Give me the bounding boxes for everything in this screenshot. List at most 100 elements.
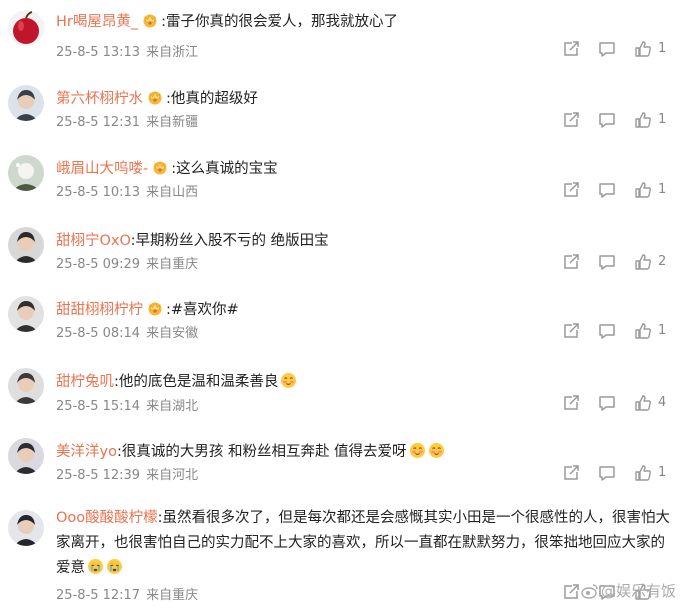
thumbs-up-like-icon[interactable] xyxy=(634,181,652,199)
share-icon[interactable] xyxy=(562,322,580,340)
comment-date: 25-8-5 09:29 xyxy=(56,257,141,272)
watermark: @娱乐有饭 xyxy=(581,580,676,601)
user-avatar[interactable] xyxy=(8,510,44,546)
fan-crown-badge-icon xyxy=(142,12,158,28)
like-count: 2 xyxy=(658,254,667,269)
username-link[interactable]: Hr喝屋昂黄_ xyxy=(56,14,138,30)
user-avatar[interactable] xyxy=(8,368,44,404)
like-count: 1 xyxy=(658,465,667,480)
user-avatar[interactable] xyxy=(8,296,44,332)
thumbs-up-like-icon[interactable] xyxy=(634,253,652,271)
share-icon[interactable] xyxy=(562,394,580,412)
comment-text: :他的底色是温和温柔善良 xyxy=(114,374,279,390)
comment-location: 来自重庆 xyxy=(146,588,199,603)
comment-location: 来自湖北 xyxy=(146,399,199,414)
comment-meta: 25-8-5 12:31 来自新疆 xyxy=(56,111,198,130)
comment-meta: 25-8-5 12:17 来自重庆 xyxy=(56,584,198,603)
reply-comment-icon[interactable] xyxy=(598,322,616,340)
reply-comment-icon[interactable] xyxy=(598,181,616,199)
share-icon[interactable] xyxy=(562,253,580,271)
share-icon[interactable] xyxy=(562,181,580,199)
username-link[interactable]: 峨眉山大呜喽- xyxy=(56,161,148,177)
like-count: 1 xyxy=(658,182,667,197)
username-link[interactable]: 甜甜栩栩柠柠 xyxy=(56,302,143,318)
thumbs-up-like-icon[interactable] xyxy=(634,394,652,412)
username-link[interactable]: 甜栩宁OxO xyxy=(56,233,131,249)
comment-actions: 1 xyxy=(562,322,682,342)
reply-comment-icon[interactable] xyxy=(598,253,616,271)
crying-face-emoji-icon xyxy=(87,558,104,575)
comment-date: 25-8-5 15:14 xyxy=(56,399,141,414)
thumbs-up-like-icon[interactable] xyxy=(634,322,652,340)
comment-date: 25-8-5 12:31 xyxy=(56,115,141,130)
reply-comment-icon[interactable] xyxy=(598,464,616,482)
comment-text: :雷子你真的很会爱人，那我就放心了 xyxy=(161,14,399,30)
like-count: 4 xyxy=(658,395,667,410)
comment-meta: 25-8-5 15:14 来自湖北 xyxy=(56,395,198,414)
comment-date: 25-8-5 08:14 xyxy=(56,326,141,341)
user-avatar[interactable] xyxy=(8,10,44,46)
user-avatar[interactable] xyxy=(8,438,44,474)
comment-text: :他真的超级好 xyxy=(166,91,258,107)
comment-date: 25-8-5 12:39 xyxy=(56,468,141,483)
user-avatar[interactable] xyxy=(8,227,44,263)
thumbs-up-like-icon[interactable] xyxy=(634,40,652,58)
fan-crown-badge-icon xyxy=(147,89,163,105)
comment-location: 来自山西 xyxy=(146,185,199,200)
comment-actions: 1 xyxy=(562,464,682,484)
user-avatar[interactable] xyxy=(8,85,44,121)
comment-text: :这么真诚的宝宝 xyxy=(171,161,278,177)
comment-actions: 4 xyxy=(562,394,682,414)
comment-actions: 1 xyxy=(562,181,682,201)
comment-body: 美洋洋yo:很真诚的大男孩 和粉丝相互奔赴 值得去爱呀 xyxy=(56,442,445,462)
comment-text: :早期粉丝入股不亏的 绝版田宝 xyxy=(130,233,329,249)
reply-comment-icon[interactable] xyxy=(598,111,616,129)
comment-location: 来自重庆 xyxy=(146,257,199,272)
blushing-face-emoji-icon xyxy=(409,442,426,459)
reply-comment-icon[interactable] xyxy=(598,394,616,412)
crying-face-emoji-icon xyxy=(106,558,123,575)
share-icon[interactable] xyxy=(562,464,580,482)
comment-meta: 25-8-5 13:13 来自浙江 xyxy=(56,41,198,60)
share-icon[interactable] xyxy=(562,111,580,129)
comment-text: :很真诚的大男孩 和粉丝相互奔赴 值得去爱呀 xyxy=(116,444,407,460)
comment-body: 峨眉山大呜喽- :这么真诚的宝宝 xyxy=(56,159,278,179)
username-link[interactable]: 第六杯栩柠水 xyxy=(56,91,143,107)
like-count: 1 xyxy=(658,112,667,127)
comment-date: 25-8-5 12:17 xyxy=(56,588,141,603)
username-link[interactable]: 美洋洋yo xyxy=(56,444,117,460)
comment-location: 来自浙江 xyxy=(146,45,199,60)
share-icon[interactable] xyxy=(562,40,580,58)
comment-body: 甜柠兔叽:他的底色是温和温柔善良 xyxy=(56,372,297,392)
comment-date: 25-8-5 13:13 xyxy=(56,45,141,60)
comment-body: 甜栩宁OxO:早期粉丝入股不亏的 绝版田宝 xyxy=(56,231,329,251)
like-count: 1 xyxy=(658,41,667,56)
username-link[interactable]: 甜柠兔叽 xyxy=(56,374,114,390)
comment-location: 来自河北 xyxy=(146,468,199,483)
thumbs-up-like-icon[interactable] xyxy=(634,464,652,482)
comment-location: 来自新疆 xyxy=(146,115,199,130)
comment-meta: 25-8-5 10:13 来自山西 xyxy=(56,181,198,200)
comment-meta: 25-8-5 09:29 来自重庆 xyxy=(56,253,198,272)
like-count: 1 xyxy=(658,323,667,338)
blushing-face-emoji-icon xyxy=(428,442,445,459)
comment-body: 甜甜栩栩柠柠 :#喜欢你# xyxy=(56,300,239,320)
comment-text: :#喜欢你# xyxy=(166,302,239,318)
username-link[interactable]: Ooo酸酸酸柠檬 xyxy=(56,510,158,526)
user-avatar[interactable] xyxy=(8,155,44,191)
comment-meta: 25-8-5 08:14 来自安徽 xyxy=(56,322,198,341)
comment-body: Ooo酸酸酸柠檬:虽然看很多次了，但是每次都还是会感慨其实小田是一个很感性的人，… xyxy=(56,506,676,581)
fan-crown-badge-icon xyxy=(152,159,168,175)
share-icon[interactable] xyxy=(562,583,580,601)
comment-actions: 1 xyxy=(562,111,682,131)
comment-location: 来自安徽 xyxy=(146,326,199,341)
blushing-face-emoji-icon xyxy=(280,372,297,389)
reply-comment-icon[interactable] xyxy=(598,40,616,58)
comment-actions: 1 xyxy=(562,40,682,60)
comment-date: 25-8-5 10:13 xyxy=(56,185,141,200)
thumbs-up-like-icon[interactable] xyxy=(634,111,652,129)
comment-body: 第六杯栩柠水 :他真的超级好 xyxy=(56,89,258,109)
fan-crown-badge-icon xyxy=(147,300,163,316)
weibo-logo-icon xyxy=(581,583,599,599)
comment-meta: 25-8-5 12:39 来自河北 xyxy=(56,464,198,483)
